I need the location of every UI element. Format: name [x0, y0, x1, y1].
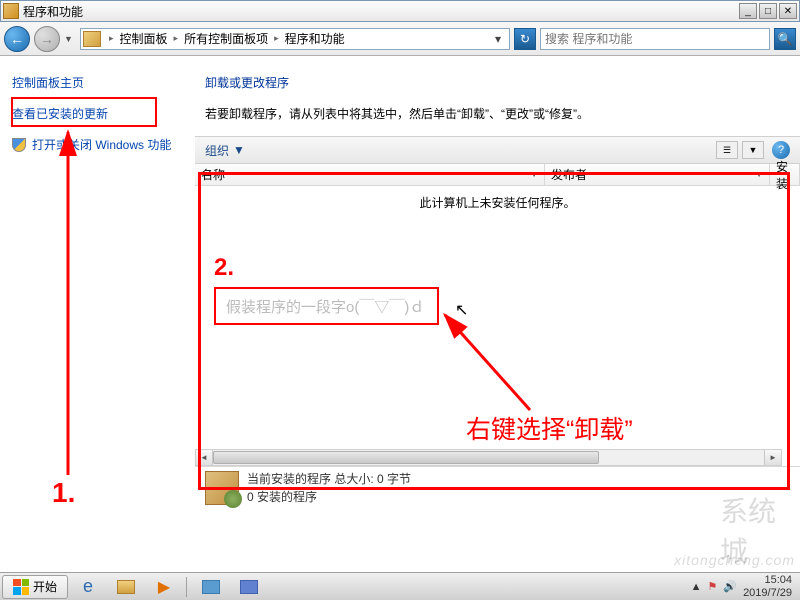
- navigation-bar: ← → ▼ ▸ 控制面板 ▸ 所有控制面板项 ▸ 程序和功能 ▾ ↻ 🔍: [0, 22, 800, 56]
- sidebar-windows-features[interactable]: 打开或关闭 Windows 功能: [12, 136, 183, 153]
- tray-chevron-icon[interactable]: ▲: [691, 581, 702, 593]
- sidebar-view-installed-updates[interactable]: 查看已安装的更新: [12, 105, 183, 122]
- column-install[interactable]: 安装: [770, 164, 800, 185]
- cursor-icon: ↖: [455, 300, 468, 320]
- scroll-left-arrow[interactable]: ◄: [196, 450, 213, 465]
- address-bar[interactable]: ▸ 控制面板 ▸ 所有控制面板项 ▸ 程序和功能 ▾: [80, 28, 510, 50]
- organize-menu[interactable]: 组织 ▼: [205, 142, 245, 159]
- scroll-thumb[interactable]: [213, 451, 599, 464]
- search-input[interactable]: [545, 32, 765, 46]
- tray-volume-icon[interactable]: 🔊: [723, 580, 737, 593]
- taskbar-explorer-icon[interactable]: [108, 575, 144, 599]
- sort-arrow-icon: ▼: [755, 170, 763, 179]
- search-box[interactable]: [540, 28, 770, 50]
- breadcrumb-sep[interactable]: ▸: [105, 33, 118, 44]
- status-line1: 当前安装的程序 总大小: 0 字节: [247, 470, 411, 488]
- close-button[interactable]: ✕: [779, 3, 797, 19]
- taskbar-divider: [186, 577, 187, 597]
- empty-message: 此计算机上未安装任何程序。: [195, 186, 800, 219]
- sidebar-control-panel-home[interactable]: 控制面板主页: [12, 74, 183, 91]
- nav-history-dropdown[interactable]: ▼: [64, 34, 76, 44]
- forward-button[interactable]: →: [34, 26, 60, 52]
- sort-arrow-icon: ▼: [530, 170, 538, 179]
- organize-label: 组织: [205, 142, 229, 159]
- tray-clock[interactable]: 15:04 2019/7/29: [743, 574, 792, 598]
- breadcrumb-sep[interactable]: ▸: [270, 33, 283, 44]
- minimize-button[interactable]: _: [739, 3, 757, 19]
- maximize-button[interactable]: □: [759, 3, 777, 19]
- start-label: 开始: [33, 578, 57, 595]
- system-tray[interactable]: ▲ ⚑ 🔊 15:04 2019/7/29: [685, 574, 798, 598]
- scroll-track[interactable]: [213, 450, 764, 465]
- program-list[interactable]: 此计算机上未安装任何程序。 ◄ ►: [195, 186, 800, 466]
- horizontal-scrollbar[interactable]: ◄ ►: [195, 449, 782, 466]
- status-text: 当前安装的程序 总大小: 0 字节 0 安装的程序: [247, 470, 411, 506]
- app-icon: [3, 3, 19, 19]
- page-subtitle: 若要卸载程序，请从列表中将其选中，然后单击“卸载”、“更改”或“修复”。: [195, 105, 800, 122]
- shield-icon: [12, 138, 26, 152]
- annotation-fake-item: 假装程序的一段字o(￣▽￣)ｄ: [214, 287, 439, 325]
- chevron-down-icon: ▼: [233, 143, 245, 157]
- column-headers: 名称 ▼ 发布者 ▼ 安装: [195, 164, 800, 186]
- page-heading: 卸载或更改程序: [195, 74, 800, 91]
- window-titlebar: 程序和功能 _ □ ✕: [0, 0, 800, 22]
- scroll-right-arrow[interactable]: ►: [764, 450, 781, 465]
- back-button[interactable]: ←: [4, 26, 30, 52]
- breadcrumb-leaf[interactable]: 程序和功能: [283, 30, 347, 47]
- address-dropdown[interactable]: ▾: [489, 30, 507, 48]
- windows-logo-icon: [13, 579, 29, 595]
- column-name[interactable]: 名称 ▼: [195, 164, 545, 185]
- help-button[interactable]: ?: [772, 141, 790, 159]
- view-mode-button[interactable]: ☰: [716, 141, 738, 159]
- tray-time: 15:04: [743, 574, 792, 586]
- tray-flag-icon[interactable]: ⚑: [707, 580, 717, 593]
- column-publisher[interactable]: 发布者 ▼: [545, 164, 770, 185]
- start-button[interactable]: 开始: [2, 575, 68, 599]
- status-line2: 0 安装的程序: [247, 488, 411, 506]
- sidebar: 控制面板主页 查看已安装的更新 打开或关闭 Windows 功能: [0, 56, 195, 572]
- breadcrumb-root[interactable]: 控制面板: [118, 30, 170, 47]
- view-mode-dropdown[interactable]: ▼: [742, 141, 764, 159]
- taskbar: 开始 e ▶ ▲ ⚑ 🔊 15:04 2019/7/29: [0, 572, 800, 600]
- taskbar-ie-icon[interactable]: e: [70, 575, 106, 599]
- column-name-label: 名称: [201, 166, 225, 183]
- taskbar-app1-icon[interactable]: [193, 575, 229, 599]
- programs-icon: [205, 471, 239, 505]
- window-title: 程序和功能: [23, 3, 739, 20]
- folder-icon: [83, 31, 101, 47]
- breadcrumb-mid[interactable]: 所有控制面板项: [182, 30, 270, 47]
- toolbar: 组织 ▼ ☰ ▼ ?: [195, 136, 800, 164]
- column-publisher-label: 发布者: [551, 166, 587, 183]
- taskbar-media-icon[interactable]: ▶: [146, 575, 182, 599]
- status-bar: 当前安装的程序 总大小: 0 字节 0 安装的程序: [195, 466, 800, 508]
- breadcrumb-sep[interactable]: ▸: [170, 33, 183, 44]
- sidebar-windows-features-label: 打开或关闭 Windows 功能: [32, 136, 171, 153]
- watermark-text: xitongcheng.com: [674, 552, 795, 568]
- tray-date: 2019/7/29: [743, 587, 792, 599]
- search-button[interactable]: 🔍: [774, 28, 796, 50]
- refresh-button[interactable]: ↻: [514, 28, 536, 50]
- watermark-logo: 系统城: [720, 510, 790, 550]
- taskbar-app2-icon[interactable]: [231, 575, 267, 599]
